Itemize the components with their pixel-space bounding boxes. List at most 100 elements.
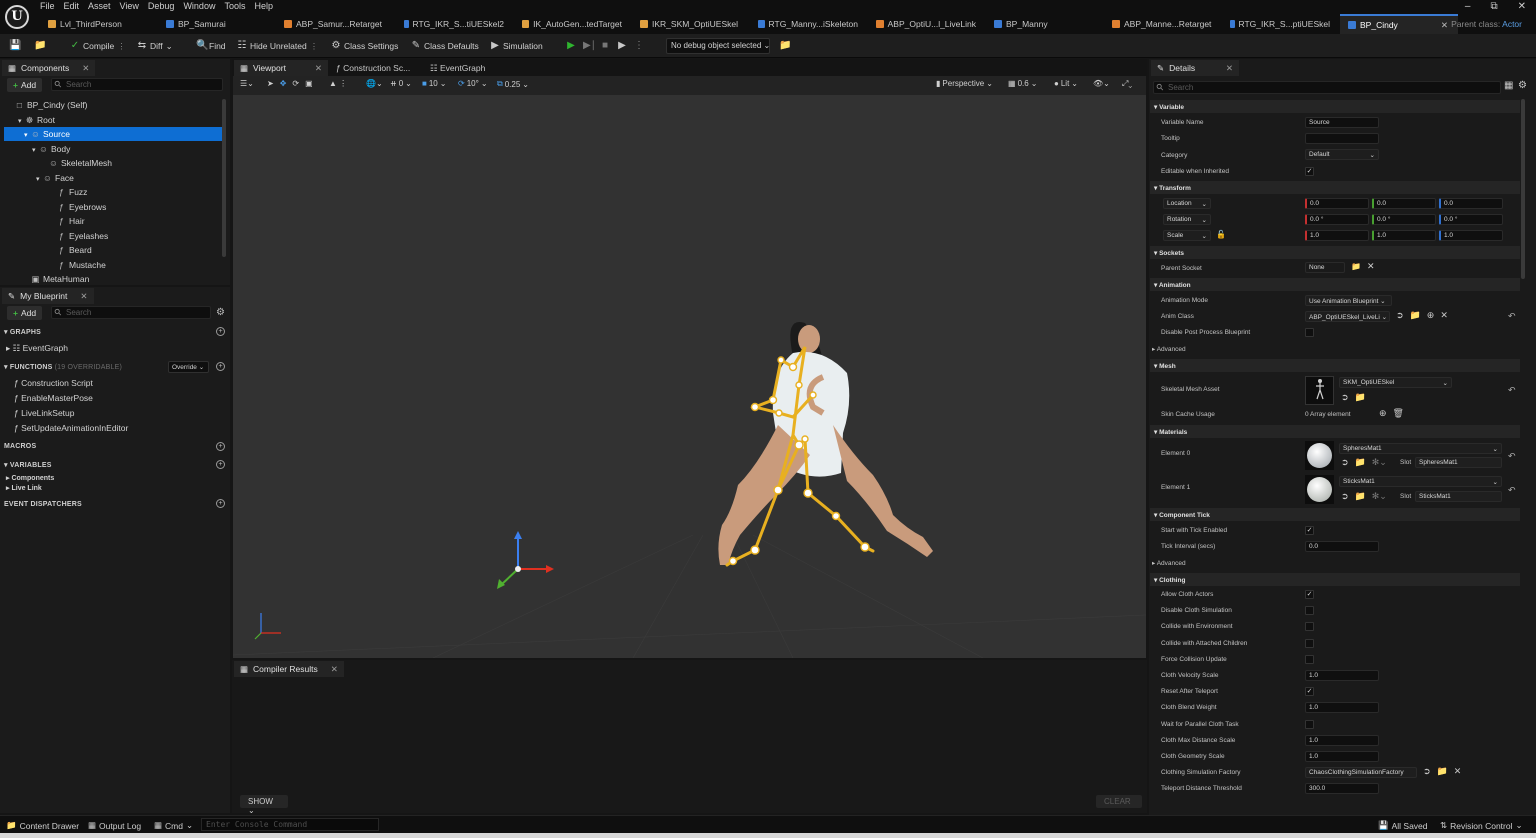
highlight-icon[interactable]: ✻⌄ (1372, 491, 1387, 502)
more-icon[interactable]: ⋮ (634, 41, 644, 51)
use-selected-icon[interactable]: ➲ (1396, 310, 1404, 321)
clothing-checkbox[interactable] (1305, 719, 1314, 729)
reset-to-default-icon[interactable]: ↶ (1508, 385, 1516, 396)
reset-to-default-icon[interactable]: ↶ (1508, 311, 1516, 322)
material-thumbnail-0[interactable] (1305, 441, 1334, 470)
clothing-checkbox[interactable]: ✓ (1305, 590, 1314, 599)
character-model[interactable] (718, 321, 933, 565)
component-tree-item[interactable]: ▾ ☸ Root (4, 113, 222, 127)
close-window-icon[interactable]: ✕ (1518, 1, 1526, 12)
rotation-z-field[interactable]: 0.0 ° (1439, 214, 1503, 225)
scale-dropdown[interactable]: Scale ⌄ (1163, 230, 1211, 241)
clothing-number-field[interactable]: 1.0 (1305, 751, 1379, 762)
function-item[interactable]: ƒ EnableMasterPose (14, 393, 93, 403)
tab-details[interactable]: ✎ Details ✕ (1151, 60, 1239, 76)
section-materials[interactable]: ▾ Materials (1150, 425, 1520, 438)
rotation-snap[interactable]: ⟳ 10° ⌄ (458, 79, 488, 88)
add-member-button[interactable]: + Add (7, 306, 43, 320)
document-tab[interactable]: RTG_IKR_S...ptiUESkel (1222, 14, 1340, 34)
fov-dropdown[interactable]: ▦ 0.6 ⌄ (1008, 79, 1037, 88)
clothing-checkbox[interactable]: ✓ (1305, 687, 1314, 697)
transform-gizmo[interactable] (497, 531, 554, 589)
details-search-input[interactable]: Search (1153, 81, 1501, 94)
editable-inherited-checkbox[interactable]: ✓ (1305, 167, 1314, 176)
document-tab[interactable]: ABP_Samur...Retarget (276, 14, 396, 34)
add-macro-icon[interactable]: + (216, 442, 225, 451)
blueprint-search-input[interactable]: Search (51, 306, 211, 319)
use-selected-icon[interactable]: ➲ (1341, 491, 1349, 502)
reset-to-default-icon[interactable]: ↶ (1508, 485, 1516, 496)
clothing-checkbox[interactable] (1305, 654, 1314, 664)
parent-socket-field[interactable]: None (1305, 262, 1345, 273)
use-selected-icon[interactable]: ➲ (1423, 766, 1431, 777)
category-dropdown[interactable]: Default ⌄ (1305, 149, 1379, 160)
document-tab[interactable]: IKR_SKM_OptiUESkel (632, 14, 750, 34)
functions-header[interactable]: ▾ FUNCTIONS (19 OVERRIDABLE) (4, 363, 122, 371)
scale-icon[interactable]: ▣ (305, 79, 313, 88)
use-selected-icon[interactable]: ➲ (1341, 457, 1349, 468)
surface-snap-icon[interactable]: ▲ ⋮ (329, 79, 347, 88)
skeletal-mesh-thumbnail[interactable] (1305, 376, 1334, 405)
function-item[interactable]: ƒ Construction Script (14, 378, 93, 388)
clothing-checkbox[interactable] (1305, 638, 1314, 648)
component-tree-item[interactable]: ▾ ☺ Face (4, 171, 222, 185)
document-tab[interactable]: ABP_Manne...Retarget (1104, 14, 1222, 34)
variables-header[interactable]: ▾ VARIABLES (4, 461, 52, 469)
add-function-icon[interactable]: + (216, 362, 225, 371)
browse-asset-icon[interactable]: 📁 (1355, 491, 1366, 502)
document-tab[interactable]: IK_AutoGen...tedTarget (514, 14, 632, 34)
clothing-number-field[interactable]: 1.0 (1305, 702, 1379, 714)
document-tab[interactable]: ABP_OptiU...l_LiveLink (868, 14, 986, 34)
element1-slot-field[interactable]: SticksMat1 (1415, 491, 1502, 502)
component-tree-item[interactable]: ƒ Beard (4, 243, 222, 257)
clothing-number-field[interactable]: 1.0 (1305, 734, 1379, 746)
component-tree-item[interactable]: ▾ ☺ Body (4, 142, 222, 156)
browse-asset-icon[interactable]: 📁 (1410, 310, 1421, 321)
components-search-input[interactable]: Search (51, 78, 223, 91)
component-tree-item[interactable]: ƒ Eyebrows (4, 200, 222, 214)
start-tick-checkbox[interactable]: ✓ (1305, 526, 1314, 535)
hide-unrelated-button[interactable]: ☷ Hide Unrelated ⋮ (237, 39, 319, 53)
clothing-dropdown[interactable]: ChaosClothingSimulationFactory (1305, 767, 1417, 779)
show-button[interactable]: SHOW ⌄ (240, 795, 288, 815)
section-clothing[interactable]: ▾ Clothing (1150, 573, 1520, 586)
find-button[interactable]: 🔍 Find (196, 39, 226, 53)
restore-icon[interactable]: ⧉ (1490, 1, 1497, 12)
location-z-field[interactable]: 0.0 (1439, 198, 1503, 209)
skeletal-mesh-dropdown[interactable]: SKM_OptiUESkel ⌄ (1339, 377, 1452, 388)
menu-debug[interactable]: Debug (148, 0, 184, 13)
variable-category-components[interactable]: ▸ Components (6, 474, 54, 482)
override-dropdown[interactable]: Override ⌄ (168, 361, 209, 373)
clear-button[interactable]: CLEAR (1096, 795, 1142, 808)
menu-help[interactable]: Help (254, 0, 282, 13)
close-tab-icon[interactable]: ✕ (1441, 20, 1448, 31)
section-mesh[interactable]: ▾ Mesh (1150, 359, 1520, 372)
clothing-checkbox[interactable] (1305, 622, 1314, 632)
browse-asset-icon[interactable]: 📁 (1437, 766, 1448, 777)
parent-class-value[interactable]: Actor (1502, 19, 1522, 29)
variable-name-field[interactable]: Source (1305, 117, 1379, 128)
rotation-x-field[interactable]: 0.0 ° (1305, 214, 1369, 225)
tab-viewport[interactable]: ▦ Viewport ✕ (234, 60, 328, 76)
menu-asset[interactable]: Asset (88, 0, 120, 13)
section-sockets[interactable]: ▾ Sockets (1150, 246, 1520, 259)
menu-window[interactable]: Window (183, 0, 224, 13)
tooltip-field[interactable] (1305, 133, 1379, 144)
browse-icon[interactable]: 📁 (34, 39, 46, 53)
disable-post-process-checkbox[interactable] (1305, 328, 1314, 337)
element0-slot-field[interactable]: SpheresMat1 (1415, 457, 1502, 468)
debug-browse-icon[interactable]: 📁 (779, 39, 791, 53)
delete-icon[interactable]: 🗑 (1393, 408, 1404, 419)
variable-category-livelink[interactable]: ▸ Live Link (6, 484, 42, 492)
document-tab[interactable]: BP_Manny (986, 14, 1104, 34)
details-scrollbar[interactable] (1521, 99, 1525, 279)
simulation-button[interactable]: ▶ Simulation (490, 39, 543, 53)
details-settings-icon[interactable]: ⚙ (1518, 80, 1527, 91)
location-x-field[interactable]: 0.0 (1305, 198, 1369, 209)
menu-tools[interactable]: Tools (224, 0, 254, 13)
add-dispatcher-icon[interactable]: + (216, 499, 225, 508)
all-saved-button[interactable]: 💾 All Saved (1378, 820, 1428, 831)
clothing-number-field[interactable]: 300.0 (1305, 783, 1379, 795)
animation-mode-dropdown[interactable]: Use Animation Blueprint ⌄ (1305, 295, 1392, 306)
graphs-header[interactable]: ▾ GRAPHS (4, 328, 41, 336)
